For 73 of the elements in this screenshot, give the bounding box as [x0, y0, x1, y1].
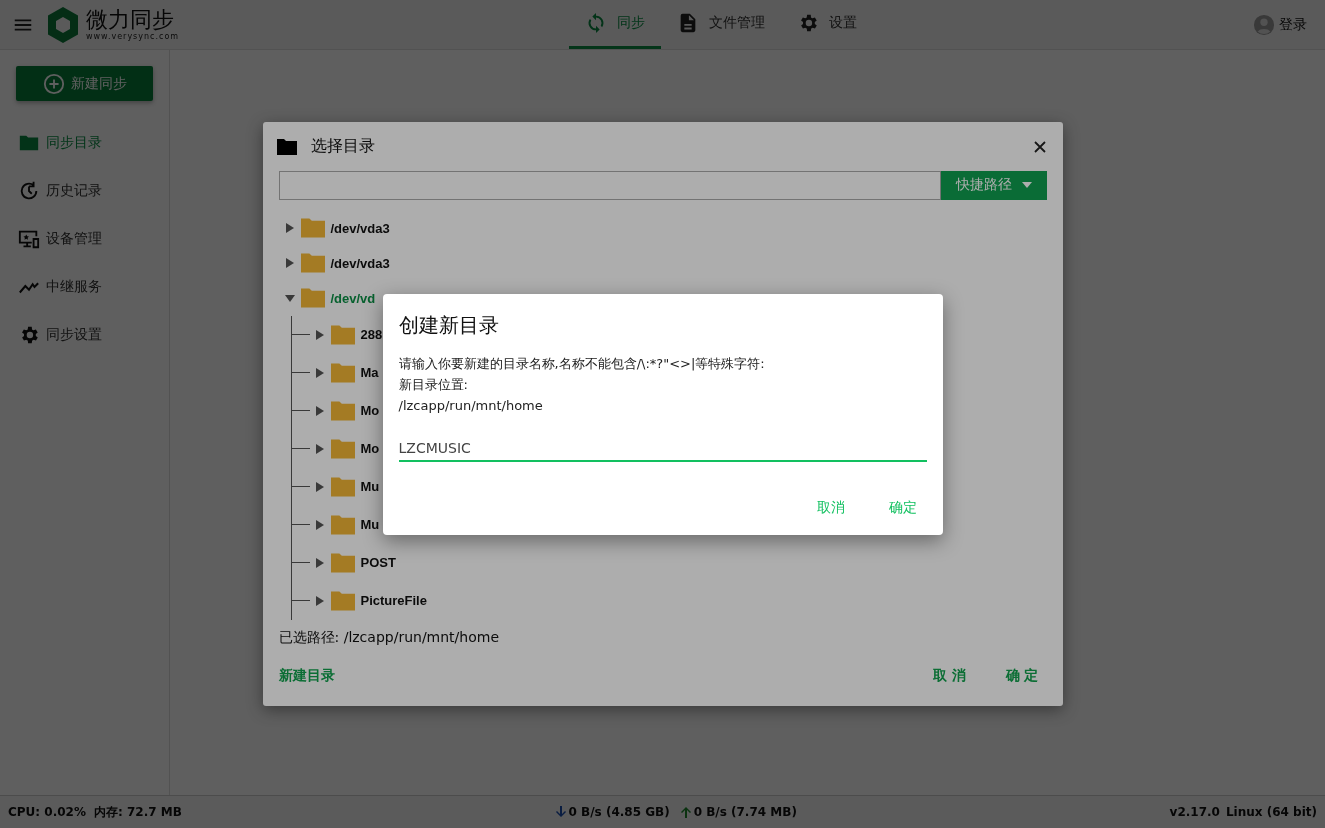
folder-icon	[300, 217, 325, 240]
folder-icon	[330, 323, 355, 346]
history-icon	[18, 180, 40, 202]
app-name: 微力同步	[86, 8, 175, 32]
caret-icon[interactable]	[314, 367, 325, 378]
ok-button[interactable]: 确定	[888, 498, 917, 517]
plus-circle-icon	[42, 72, 65, 95]
folder-name[interactable]: Mo	[360, 441, 380, 457]
path-field[interactable]	[278, 171, 941, 200]
caret-icon[interactable]	[314, 557, 325, 568]
sidebar-item[interactable]: 中继服务	[0, 263, 169, 311]
quick-path-button[interactable]: 快捷路径	[940, 171, 1047, 200]
folder-icon	[300, 287, 325, 310]
folder-name[interactable]: Mu	[360, 517, 380, 533]
selected-path: 已选路径: /lzcapp/run/mnt/home	[278, 627, 500, 647]
folder-name[interactable]: Ma	[360, 365, 379, 381]
folder-name[interactable]: 288	[360, 327, 383, 343]
caret-icon[interactable]	[314, 595, 325, 606]
upload-speed: 0 B/s (7.74 MB)	[693, 805, 797, 819]
caret-icon[interactable]	[314, 329, 325, 340]
nav-tab[interactable]: 设置	[781, 0, 874, 49]
folder-icon	[330, 399, 355, 422]
folder-name[interactable]: POST	[360, 555, 396, 571]
folder-name[interactable]: /dev/vda3	[330, 220, 390, 236]
folder-icon	[300, 252, 325, 275]
sidebar-item[interactable]: 历史记录	[0, 167, 169, 215]
folder-icon	[330, 437, 355, 460]
dialog-title: 选择目录	[310, 136, 375, 158]
caret-icon[interactable]	[284, 223, 295, 234]
nav-tab[interactable]: 文件管理	[661, 0, 782, 49]
os-info: Linux (64 bit)	[1225, 805, 1317, 819]
new-sync-button[interactable]: 新建同步	[16, 66, 153, 101]
folder-name[interactable]: /dev/vd	[330, 290, 376, 306]
folder-icon	[330, 589, 355, 612]
caret-icon[interactable]	[314, 481, 325, 492]
folder-icon	[330, 551, 355, 574]
folder-name[interactable]: /dev/vda3	[330, 255, 390, 271]
sidebar-item[interactable]: 同步目录	[0, 119, 169, 167]
close-icon[interactable]	[1032, 139, 1047, 154]
folder-name[interactable]: PictureFile	[360, 593, 427, 609]
login-button[interactable]: 登录	[1247, 12, 1313, 37]
up-arrow-icon	[679, 806, 692, 818]
cpu-usage: CPU: 0.02%	[8, 805, 86, 819]
sidebar-item[interactable]: 设备管理	[0, 215, 169, 263]
dialog-message: 请输入你要新建的目录名称,名称不能包含/\:*?"<>|等特殊字符:	[398, 354, 766, 373]
cancel-button[interactable]: 取消	[816, 498, 845, 517]
memory-usage: 内存: 72.7 MB	[93, 803, 182, 821]
location-label: 新目录位置:	[398, 375, 469, 394]
caret-icon[interactable]	[284, 258, 295, 269]
new-folder-button[interactable]: 新建目录	[278, 663, 335, 690]
download-speed: 0 B/s (4.85 GB)	[568, 805, 670, 819]
cancel-button[interactable]: 取 消	[932, 663, 966, 690]
down-arrow-icon	[554, 806, 567, 818]
avatar-icon	[1253, 13, 1275, 36]
caret-icon[interactable]	[314, 405, 325, 416]
folder-icon	[330, 361, 355, 384]
folder-icon	[330, 475, 355, 498]
version: v2.17.0	[1169, 805, 1220, 819]
ok-button[interactable]: 确 定	[1005, 663, 1039, 690]
logo-icon	[46, 5, 80, 44]
caret-icon	[1021, 182, 1032, 189]
app-url: www.verysync.com	[86, 32, 180, 41]
nav-tab[interactable]: 同步	[569, 0, 662, 49]
dialog-title: 创建新目录	[398, 311, 500, 339]
caret-icon[interactable]	[284, 293, 295, 304]
folder-name[interactable]: Mu	[360, 479, 380, 495]
sidebar-item[interactable]: 同步设置	[0, 311, 169, 359]
folder-icon	[330, 513, 355, 536]
location-path: /lzcapp/run/mnt/home	[398, 396, 544, 415]
devices-icon	[18, 228, 40, 250]
caret-icon[interactable]	[314, 443, 325, 454]
caret-icon[interactable]	[314, 519, 325, 530]
folder-name[interactable]: Mo	[360, 403, 380, 419]
